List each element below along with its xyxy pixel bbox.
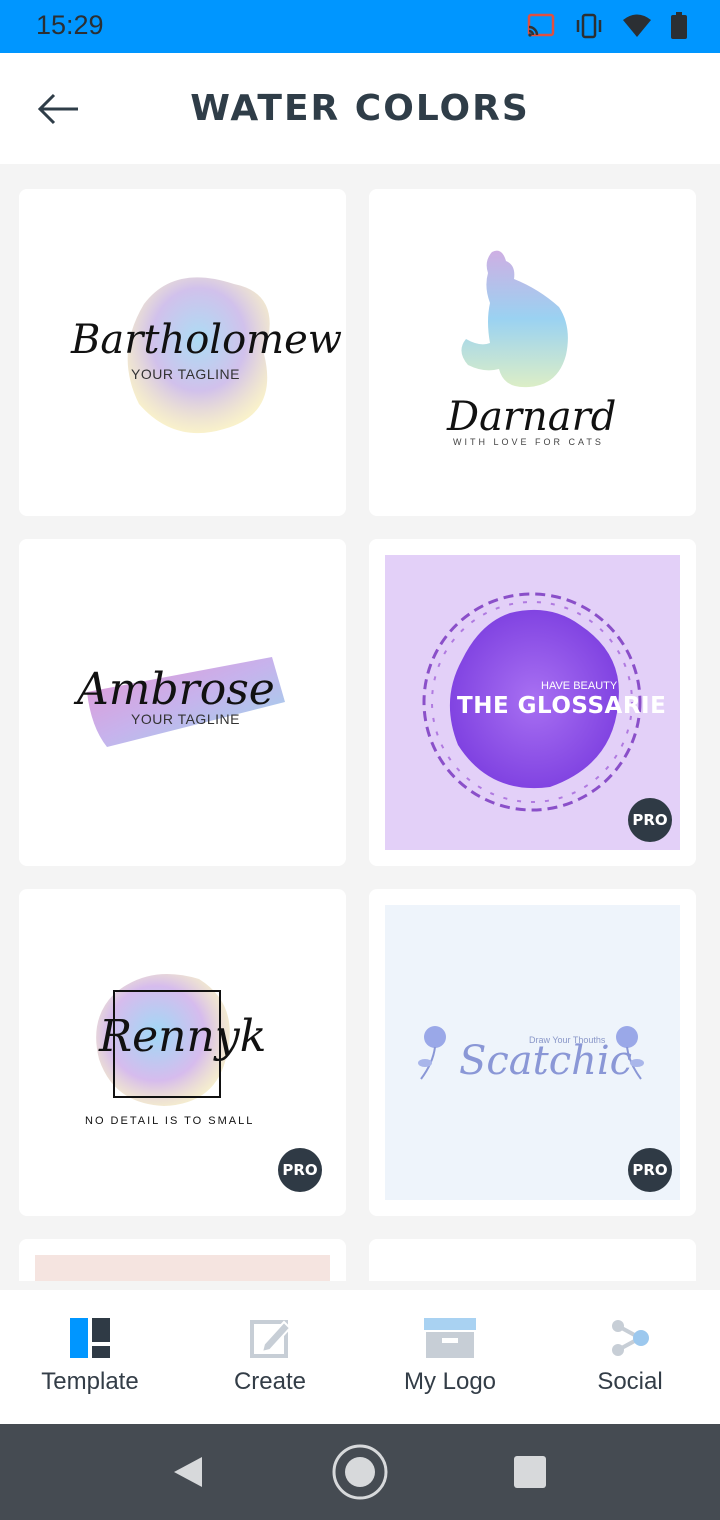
system-nav-bar bbox=[0, 1424, 720, 1520]
template-name: Rennyk bbox=[99, 1011, 267, 1062]
template-tagline: HAVE BEAUTY bbox=[541, 680, 618, 692]
pro-badge: PRO bbox=[628, 1148, 672, 1192]
nav-label: Social bbox=[597, 1368, 663, 1395]
nav-my-logo[interactable]: My Logo bbox=[360, 1290, 540, 1424]
bottom-nav: Template Create My Logo Social bbox=[0, 1290, 720, 1424]
template-card-ambrose[interactable]: Ambrose YOUR TAGLINE bbox=[19, 539, 346, 866]
cast-icon bbox=[527, 13, 555, 37]
nav-create[interactable]: Create bbox=[180, 1290, 360, 1424]
pro-badge: PRO bbox=[628, 798, 672, 842]
template-name: THE GLOSSARIE bbox=[457, 693, 667, 719]
page-title: WATER COLORS bbox=[190, 88, 530, 129]
template-card-glossarie[interactable]: HAVE BEAUTY THE GLOSSARIE PRO bbox=[369, 539, 696, 866]
nav-template[interactable]: Template bbox=[0, 1290, 180, 1424]
pro-badge: PRO bbox=[278, 1148, 322, 1192]
recents-square-icon[interactable] bbox=[514, 1456, 546, 1488]
status-time: 15:29 bbox=[36, 10, 104, 40]
flower-left-icon bbox=[418, 1026, 446, 1080]
template-card-partial[interactable] bbox=[369, 1239, 696, 1281]
app-bar: WATER COLORS bbox=[0, 53, 720, 164]
archive-icon bbox=[424, 1318, 476, 1358]
template-tagline: YOUR TAGLINE bbox=[131, 366, 240, 382]
vibrate-icon bbox=[576, 13, 602, 39]
status-bar: 15:29 bbox=[0, 0, 720, 53]
template-card-bartholomew[interactable]: Bartholomew YOUR TAGLINE bbox=[19, 189, 346, 516]
template-name: Ambrose bbox=[77, 664, 275, 715]
nav-label: Create bbox=[233, 1368, 307, 1395]
template-name: Darnard bbox=[447, 394, 617, 440]
template-card-rennyk[interactable]: Rennyk NO DETAIL IS TO SMALL PRO bbox=[19, 889, 346, 1216]
share-icon bbox=[612, 1320, 649, 1356]
template-card-scatchic[interactable]: Draw Your Thouths Scatchic PRO bbox=[369, 889, 696, 1216]
template-card-darnard[interactable]: Darnard WITH LOVE FOR CATS bbox=[369, 189, 696, 516]
template-preview bbox=[35, 1255, 330, 1281]
edit-icon bbox=[250, 1320, 290, 1358]
battery-icon bbox=[671, 12, 687, 39]
nav-social[interactable]: Social bbox=[540, 1290, 720, 1424]
wifi-icon bbox=[623, 14, 651, 37]
template-tagline: YOUR TAGLINE bbox=[131, 711, 240, 727]
template-name: Scatchic bbox=[459, 1038, 633, 1084]
template-name: Bartholomew bbox=[71, 317, 342, 363]
template-tagline: NO DETAIL IS TO SMALL bbox=[85, 1115, 255, 1127]
template-icon bbox=[70, 1318, 110, 1358]
template-card-partial[interactable] bbox=[19, 1239, 346, 1281]
template-grid[interactable]: Bartholomew YOUR TAGLINE Darnard WITH LO… bbox=[0, 164, 720, 1281]
home-circle-icon[interactable] bbox=[331, 1443, 389, 1501]
nav-label: My Logo bbox=[403, 1368, 497, 1395]
status-icons bbox=[526, 12, 688, 40]
cat-silhouette bbox=[461, 250, 568, 388]
back-triangle-icon[interactable] bbox=[172, 1455, 204, 1489]
template-tagline: WITH LOVE FOR CATS bbox=[453, 437, 604, 447]
nav-label: Template bbox=[41, 1368, 139, 1395]
